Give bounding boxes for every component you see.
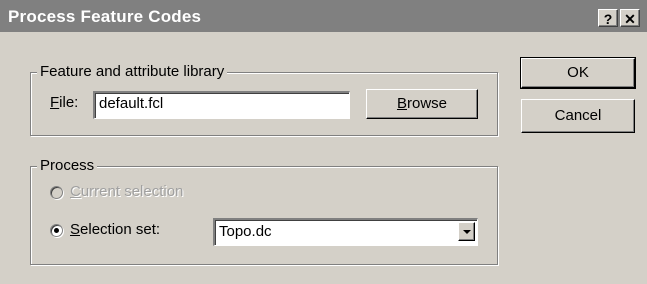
process-legend: Process	[37, 156, 98, 176]
selection-set-label: Selection set:	[70, 220, 160, 240]
current-selection-rest: urrent selection	[80, 183, 184, 200]
title-bar: Process Feature Codes ? ✕	[0, 0, 647, 32]
process-groupbox: Process	[30, 156, 498, 265]
process-feature-codes-dialog: Process Feature Codes ? ✕ Feature and at…	[0, 0, 647, 284]
ok-button[interactable]: OK	[520, 57, 636, 89]
selection-set-dropdown[interactable]: Topo.dc	[213, 218, 478, 246]
cancel-button[interactable]: Cancel	[521, 99, 635, 133]
file-label: File:	[50, 93, 78, 113]
selection-set-rest: election set:	[80, 221, 161, 238]
browse-accel: B	[396, 95, 407, 112]
selection-set-value: Topo.dc	[219, 223, 272, 240]
radio-selected-dot	[54, 228, 59, 233]
help-button[interactable]: ?	[598, 9, 618, 27]
current-selection-label: Current selection	[70, 182, 183, 202]
chevron-down-icon[interactable]	[458, 222, 475, 241]
file-label-rest: ile:	[59, 94, 79, 111]
close-button[interactable]: ✕	[620, 9, 640, 27]
browse-rest: rowse	[407, 95, 448, 112]
current-selection-accel: C	[70, 183, 81, 200]
selection-set-radio[interactable]	[50, 224, 63, 237]
library-legend: Feature and attribute library	[37, 62, 228, 82]
selection-set-accel: S	[70, 221, 81, 238]
window-title: Process Feature Codes	[8, 7, 202, 26]
current-selection-radio[interactable]	[50, 186, 63, 199]
file-label-accel: F	[50, 94, 60, 111]
close-icon: ✕	[624, 11, 636, 27]
browse-button[interactable]: Browse	[366, 89, 478, 119]
file-input[interactable]: default.fcl	[93, 91, 350, 119]
